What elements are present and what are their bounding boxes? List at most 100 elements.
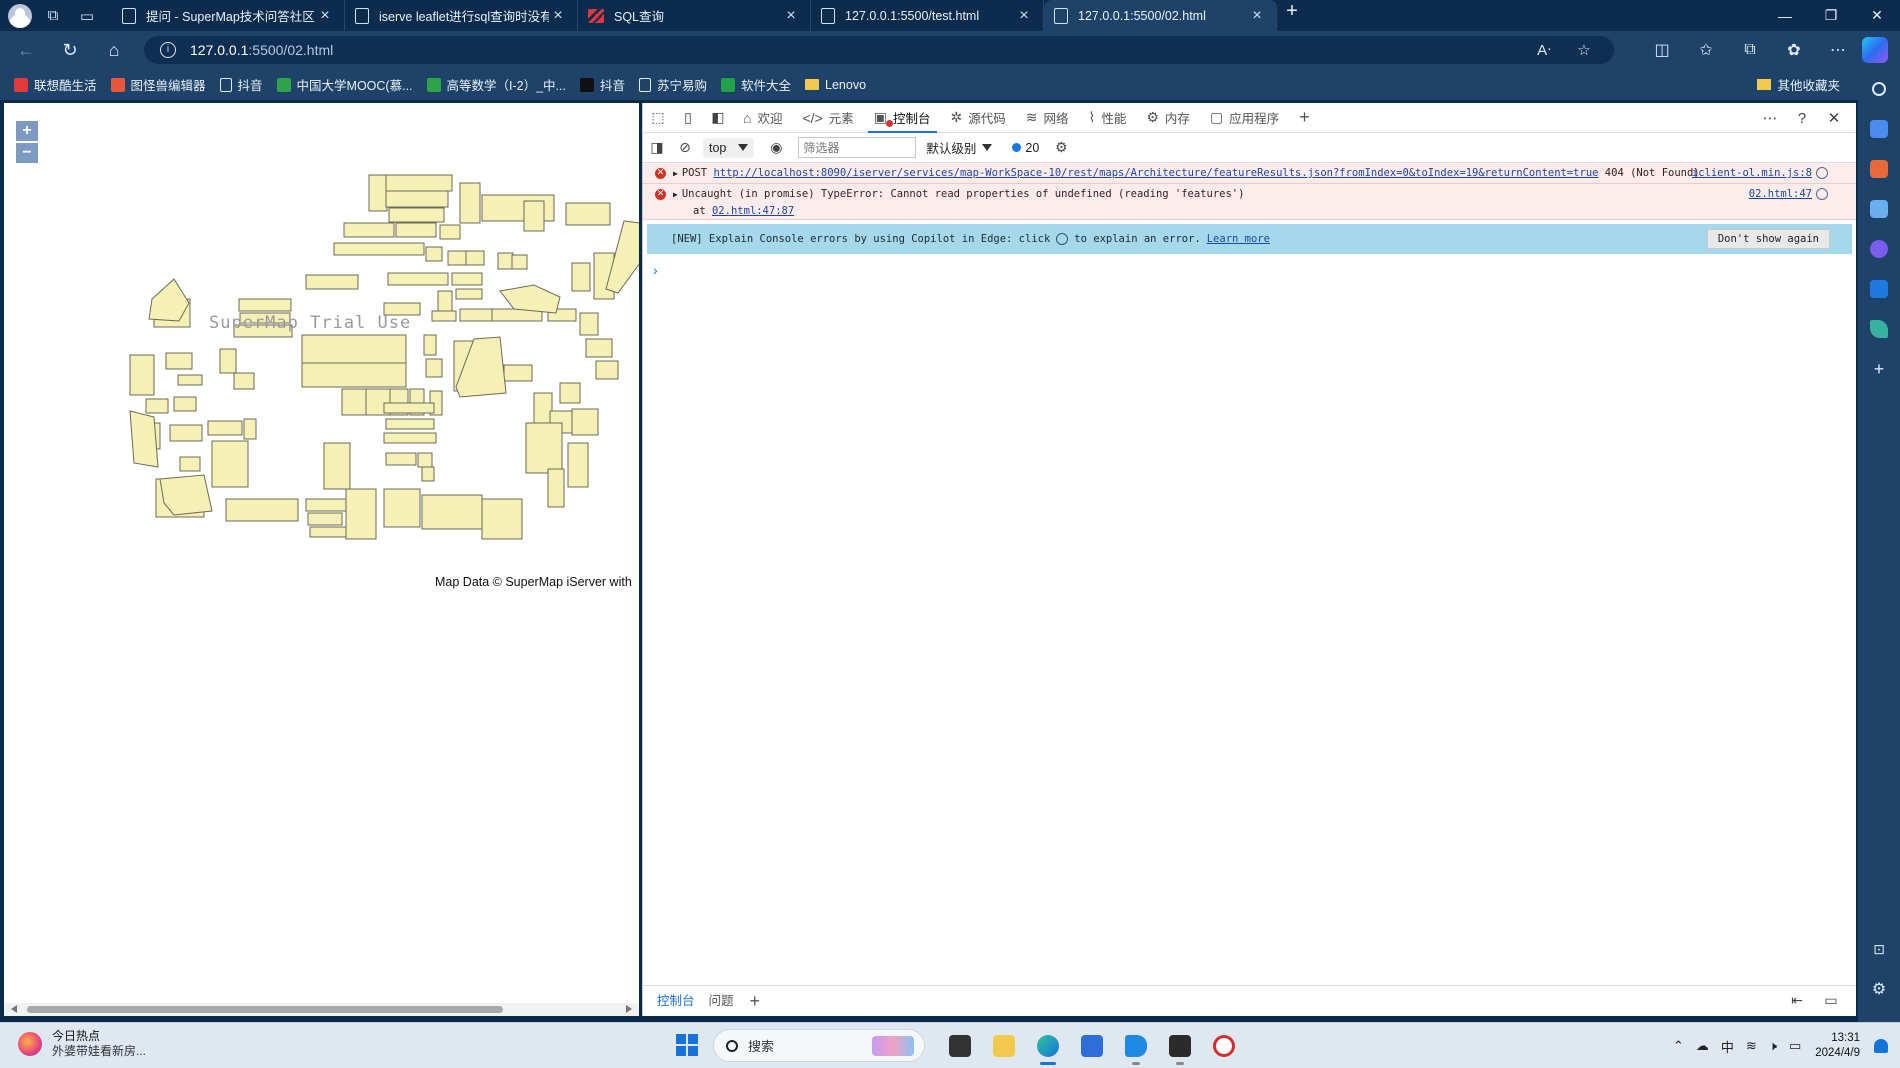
expand-triangle-icon[interactable]: ▶: [673, 169, 678, 178]
add-tool-button[interactable]: +: [1289, 103, 1320, 133]
context-selector[interactable]: top: [703, 137, 755, 158]
console-filter-input[interactable]: [798, 137, 917, 158]
file-explorer-app[interactable]: [982, 1030, 1026, 1062]
copilot-explain-icon[interactable]: [1816, 167, 1828, 179]
building-footprint[interactable]: [451, 272, 483, 286]
devtools-tab[interactable]: ▣ 控制台: [864, 103, 941, 133]
favorite-star-icon[interactable]: ☆: [1564, 41, 1604, 59]
vscode-app[interactable]: [1114, 1030, 1158, 1065]
log-level-dropdown[interactable]: 默认级别: [926, 138, 993, 157]
building-footprint[interactable]: [523, 200, 545, 232]
home-button[interactable]: ⌂: [96, 35, 132, 65]
building-footprint[interactable]: [383, 488, 421, 528]
taskbar-search[interactable]: 搜索: [713, 1029, 925, 1062]
tab-close-icon[interactable]: ×: [782, 7, 800, 25]
profile-avatar[interactable]: [8, 3, 32, 28]
devtools-tab[interactable]: </> 元素: [792, 103, 863, 133]
building-footprint[interactable]: [383, 402, 435, 414]
read-aloud-icon[interactable]: Aᐧ: [1524, 41, 1564, 59]
building-footprint[interactable]: [345, 488, 377, 540]
red-app[interactable]: [1202, 1030, 1246, 1062]
building-footprint[interactable]: [301, 334, 407, 364]
scrollbar-thumb[interactable]: [27, 1006, 503, 1013]
devtools-tab[interactable]: ⌂ 欢迎: [733, 103, 792, 133]
building-footprint[interactable]: [559, 382, 581, 404]
file-manager-app[interactable]: [938, 1030, 982, 1062]
address-input[interactable]: i 127.0.0.1:5500/02.html Aᐧ ☆: [144, 36, 1614, 64]
help-icon[interactable]: ?: [1786, 110, 1818, 127]
bookmark-item[interactable]: 苏宁易购: [639, 75, 707, 94]
minimize-button[interactable]: —: [1762, 0, 1808, 31]
split-screen-icon[interactable]: ◫: [1640, 35, 1684, 65]
clock[interactable]: 13:31 2024/4/9: [1815, 1031, 1860, 1061]
building-footprint[interactable]: [511, 254, 528, 270]
building-footprint[interactable]: [447, 250, 467, 266]
building-footprint[interactable]: [579, 312, 599, 336]
building-footprint[interactable]: [211, 440, 249, 488]
tab-actions-icon[interactable]: ▭: [74, 3, 100, 29]
volume-icon[interactable]: 🕨: [1769, 1038, 1777, 1054]
store-app[interactable]: [1070, 1030, 1114, 1062]
inspect-element-icon[interactable]: ⬚: [643, 104, 673, 132]
expand-triangle-icon[interactable]: ▶: [673, 190, 678, 199]
sidebar-search-icon[interactable]: [1858, 69, 1900, 109]
close-devtools-icon[interactable]: ✕: [1818, 109, 1850, 127]
building-footprint[interactable]: [571, 408, 599, 436]
building-footprint[interactable]: [233, 372, 255, 390]
building-footprint[interactable]: [417, 452, 433, 468]
edge-app[interactable]: [1026, 1030, 1070, 1065]
learn-more-link[interactable]: Learn more: [1207, 233, 1270, 245]
building-footprint[interactable]: [385, 418, 435, 430]
request-url-link[interactable]: http://localhost:8090/iserver/services/m…: [713, 167, 1598, 179]
building-footprint[interactable]: [421, 466, 435, 482]
building-footprint[interactable]: [305, 498, 347, 512]
building-footprint[interactable]: [585, 338, 613, 358]
new-tab-button[interactable]: +: [1277, 0, 1307, 31]
extensions-icon[interactable]: ✿: [1772, 35, 1816, 65]
sidebar-settings-icon[interactable]: ⚙: [1858, 969, 1900, 1009]
building-footprint[interactable]: [323, 442, 351, 490]
building-footprint[interactable]: [387, 272, 449, 286]
bookmark-item[interactable]: 软件大全: [721, 75, 791, 94]
horizontal-scrollbar[interactable]: [4, 1003, 639, 1016]
building-footprint[interactable]: [431, 310, 457, 322]
building-footprint[interactable]: [533, 392, 553, 424]
building-footprint[interactable]: [129, 354, 155, 396]
building-footprint[interactable]: [421, 494, 483, 530]
building-footprint[interactable]: [219, 348, 237, 374]
building-footprint[interactable]: [425, 358, 443, 378]
sidebar-add-icon[interactable]: +: [1858, 349, 1900, 389]
building-footprint[interactable]: [525, 422, 563, 474]
sidebar-copilot-icon[interactable]: [1858, 229, 1900, 269]
copilot-explain-icon[interactable]: [1816, 188, 1828, 200]
building-footprint[interactable]: [173, 396, 197, 412]
clear-console-icon[interactable]: ⊘: [671, 136, 699, 160]
console-prompt[interactable]: ›: [643, 254, 1856, 278]
bookmark-item[interactable]: Lenovo: [805, 78, 866, 92]
building-footprint[interactable]: [455, 288, 483, 300]
sidebar-layout-icon[interactable]: ⊡: [1858, 929, 1900, 969]
sidebar-toggle-icon[interactable]: ◨: [643, 136, 671, 160]
wifi-icon[interactable]: ≋: [1746, 1038, 1757, 1054]
building-footprint[interactable]: [503, 364, 533, 382]
sidebar-tag-icon[interactable]: [1858, 109, 1900, 149]
devtools-tab[interactable]: ≋ 网络: [1016, 103, 1079, 133]
building-footprint[interactable]: [565, 202, 611, 226]
collections-icon[interactable]: ⧉: [1728, 35, 1772, 65]
sidebar-send-icon[interactable]: [1858, 309, 1900, 349]
sidebar-outlook-icon[interactable]: [1858, 269, 1900, 309]
building-footprint[interactable]: [129, 410, 159, 468]
browser-tab[interactable]: SQL查询 ×: [578, 0, 811, 31]
drawer-add-button[interactable]: +: [750, 991, 761, 1012]
building-footprint[interactable]: [423, 334, 437, 356]
source-link[interactable]: 02.html:47: [1749, 184, 1812, 204]
building-footprint[interactable]: [395, 222, 437, 238]
building-footprint[interactable]: [385, 190, 449, 208]
building-footprint[interactable]: [169, 424, 203, 442]
building-footprint[interactable]: [388, 207, 445, 223]
building-footprint[interactable]: [368, 174, 388, 212]
building-footprint[interactable]: [307, 512, 343, 526]
building-footprint[interactable]: [459, 182, 481, 224]
console-error-message[interactable]: ✕ ▶ POST http://localhost:8090/iserver/se…: [643, 163, 1856, 184]
other-bookmarks[interactable]: 其他收藏夹: [1757, 75, 1840, 94]
